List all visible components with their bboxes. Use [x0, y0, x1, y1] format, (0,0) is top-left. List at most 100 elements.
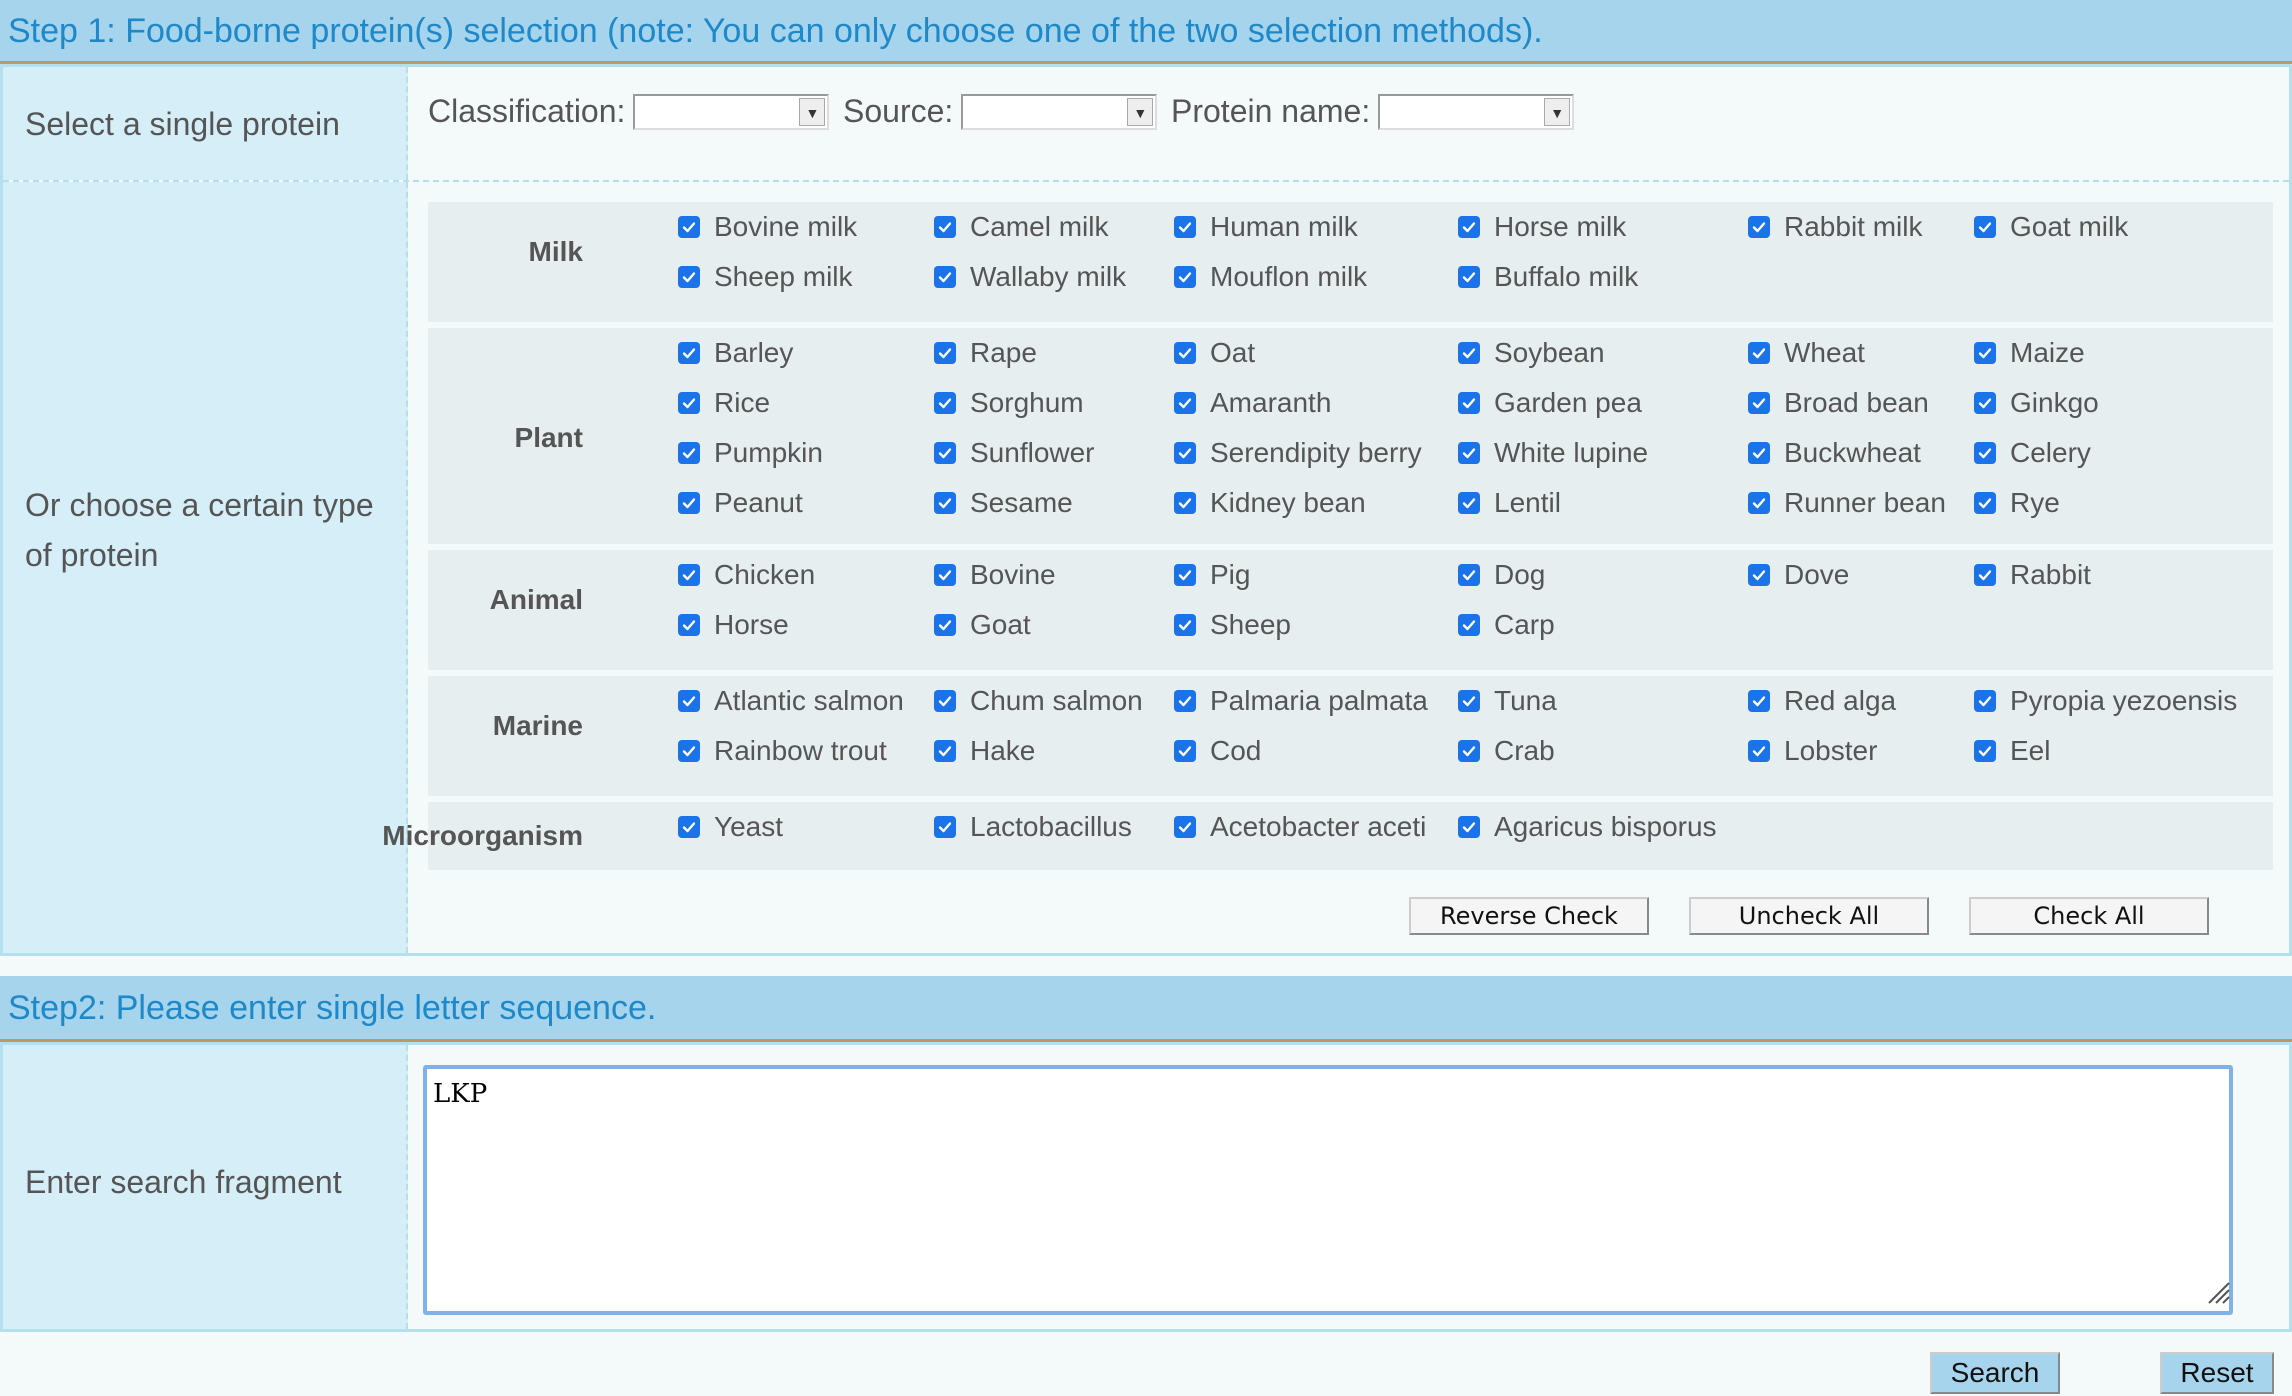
checkbox-checked-icon[interactable] — [934, 442, 956, 464]
protein-checkbox-item[interactable]: Amaranth — [1174, 386, 1331, 420]
sequence-input[interactable]: LKP — [423, 1065, 2233, 1315]
protein-checkbox-item[interactable]: Lactobacillus — [934, 810, 1132, 844]
checkbox-checked-icon[interactable] — [1174, 690, 1196, 712]
checkbox-checked-icon[interactable] — [1174, 266, 1196, 288]
protein-checkbox-item[interactable]: Lentil — [1458, 486, 1561, 520]
checkbox-checked-icon[interactable] — [934, 266, 956, 288]
checkbox-checked-icon[interactable] — [1974, 690, 1996, 712]
protein-checkbox-item[interactable]: Acetobacter aceti — [1174, 810, 1426, 844]
checkbox-checked-icon[interactable] — [934, 216, 956, 238]
checkbox-checked-icon[interactable] — [1974, 392, 1996, 414]
checkbox-checked-icon[interactable] — [1174, 216, 1196, 238]
protein-checkbox-item[interactable]: Hake — [934, 734, 1035, 768]
reverse-check-button[interactable]: Reverse Check — [1409, 897, 1649, 935]
protein-checkbox-item[interactable]: Sheep — [1174, 608, 1291, 642]
protein-checkbox-item[interactable]: Pumpkin — [678, 436, 823, 470]
checkbox-checked-icon[interactable] — [1458, 342, 1480, 364]
protein-checkbox-item[interactable]: Barley — [678, 336, 793, 370]
protein-checkbox-item[interactable]: Rye — [1974, 486, 2060, 520]
protein-checkbox-item[interactable]: Pig — [1174, 558, 1250, 592]
protein-name-select[interactable]: ▼ — [1378, 93, 1575, 130]
protein-checkbox-item[interactable]: Atlantic salmon — [678, 684, 904, 718]
protein-checkbox-item[interactable]: Buffalo milk — [1458, 260, 1638, 294]
checkbox-checked-icon[interactable] — [934, 392, 956, 414]
protein-checkbox-item[interactable]: Rabbit milk — [1748, 210, 1922, 244]
checkbox-checked-icon[interactable] — [1458, 740, 1480, 762]
reset-button[interactable]: Reset — [2160, 1352, 2274, 1394]
checkbox-checked-icon[interactable] — [1748, 740, 1770, 762]
protein-checkbox-item[interactable]: Agaricus bisporus — [1458, 810, 1717, 844]
protein-checkbox-item[interactable]: Rape — [934, 336, 1037, 370]
protein-checkbox-item[interactable]: Mouflon milk — [1174, 260, 1367, 294]
protein-checkbox-item[interactable]: Horse milk — [1458, 210, 1626, 244]
checkbox-checked-icon[interactable] — [1974, 442, 1996, 464]
protein-checkbox-item[interactable]: Maize — [1974, 336, 2085, 370]
checkbox-checked-icon[interactable] — [1974, 342, 1996, 364]
checkbox-checked-icon[interactable] — [934, 740, 956, 762]
protein-checkbox-item[interactable]: Buckwheat — [1748, 436, 1921, 470]
checkbox-checked-icon[interactable] — [678, 266, 700, 288]
protein-checkbox-item[interactable]: Camel milk — [934, 210, 1108, 244]
protein-checkbox-item[interactable]: Wallaby milk — [934, 260, 1126, 294]
checkbox-checked-icon[interactable] — [1174, 740, 1196, 762]
checkbox-checked-icon[interactable] — [678, 216, 700, 238]
protein-checkbox-item[interactable]: Crab — [1458, 734, 1555, 768]
checkbox-checked-icon[interactable] — [1458, 266, 1480, 288]
checkbox-checked-icon[interactable] — [934, 614, 956, 636]
protein-checkbox-item[interactable]: Sheep milk — [678, 260, 853, 294]
protein-checkbox-item[interactable]: Kidney bean — [1174, 486, 1366, 520]
protein-checkbox-item[interactable]: Sunflower — [934, 436, 1095, 470]
protein-checkbox-item[interactable]: Dove — [1748, 558, 1849, 592]
protein-checkbox-item[interactable]: Horse — [678, 608, 789, 642]
checkbox-checked-icon[interactable] — [1458, 614, 1480, 636]
checkbox-checked-icon[interactable] — [1748, 690, 1770, 712]
protein-checkbox-item[interactable]: Garden pea — [1458, 386, 1642, 420]
protein-checkbox-item[interactable]: Cod — [1174, 734, 1261, 768]
protein-checkbox-item[interactable]: Lobster — [1748, 734, 1877, 768]
checkbox-checked-icon[interactable] — [1174, 442, 1196, 464]
protein-checkbox-item[interactable]: Sesame — [934, 486, 1073, 520]
checkbox-checked-icon[interactable] — [934, 816, 956, 838]
checkbox-checked-icon[interactable] — [1748, 216, 1770, 238]
check-all-button[interactable]: Check All — [1969, 897, 2209, 935]
checkbox-checked-icon[interactable] — [1458, 690, 1480, 712]
protein-checkbox-item[interactable]: Goat — [934, 608, 1031, 642]
protein-checkbox-item[interactable]: Pyropia yezoensis — [1974, 684, 2237, 718]
protein-checkbox-item[interactable]: Soybean — [1458, 336, 1605, 370]
checkbox-checked-icon[interactable] — [1748, 342, 1770, 364]
checkbox-checked-icon[interactable] — [1748, 564, 1770, 586]
protein-checkbox-item[interactable]: Goat milk — [1974, 210, 2128, 244]
checkbox-checked-icon[interactable] — [1458, 442, 1480, 464]
checkbox-checked-icon[interactable] — [678, 564, 700, 586]
protein-checkbox-item[interactable]: Wheat — [1748, 336, 1865, 370]
protein-checkbox-item[interactable]: Chicken — [678, 558, 815, 592]
checkbox-checked-icon[interactable] — [1748, 392, 1770, 414]
checkbox-checked-icon[interactable] — [1458, 392, 1480, 414]
checkbox-checked-icon[interactable] — [678, 392, 700, 414]
protein-checkbox-item[interactable]: Serendipity berry — [1174, 436, 1422, 470]
protein-checkbox-item[interactable]: Rabbit — [1974, 558, 2091, 592]
source-select[interactable]: ▼ — [961, 93, 1158, 130]
checkbox-checked-icon[interactable] — [678, 690, 700, 712]
uncheck-all-button[interactable]: Uncheck All — [1689, 897, 1929, 935]
protein-checkbox-item[interactable]: Ginkgo — [1974, 386, 2099, 420]
checkbox-checked-icon[interactable] — [678, 740, 700, 762]
protein-checkbox-item[interactable]: Yeast — [678, 810, 783, 844]
checkbox-checked-icon[interactable] — [678, 342, 700, 364]
checkbox-checked-icon[interactable] — [934, 564, 956, 586]
protein-checkbox-item[interactable]: Bovine — [934, 558, 1056, 592]
checkbox-checked-icon[interactable] — [678, 614, 700, 636]
checkbox-checked-icon[interactable] — [1174, 614, 1196, 636]
protein-checkbox-item[interactable]: Peanut — [678, 486, 803, 520]
protein-checkbox-item[interactable]: Chum salmon — [934, 684, 1143, 718]
protein-checkbox-item[interactable]: Red alga — [1748, 684, 1896, 718]
checkbox-checked-icon[interactable] — [1974, 564, 1996, 586]
protein-checkbox-item[interactable]: Oat — [1174, 336, 1255, 370]
checkbox-checked-icon[interactable] — [1174, 492, 1196, 514]
checkbox-checked-icon[interactable] — [1748, 442, 1770, 464]
checkbox-checked-icon[interactable] — [1458, 216, 1480, 238]
protein-checkbox-item[interactable]: Tuna — [1458, 684, 1557, 718]
checkbox-checked-icon[interactable] — [1174, 816, 1196, 838]
checkbox-checked-icon[interactable] — [934, 690, 956, 712]
checkbox-checked-icon[interactable] — [1174, 342, 1196, 364]
